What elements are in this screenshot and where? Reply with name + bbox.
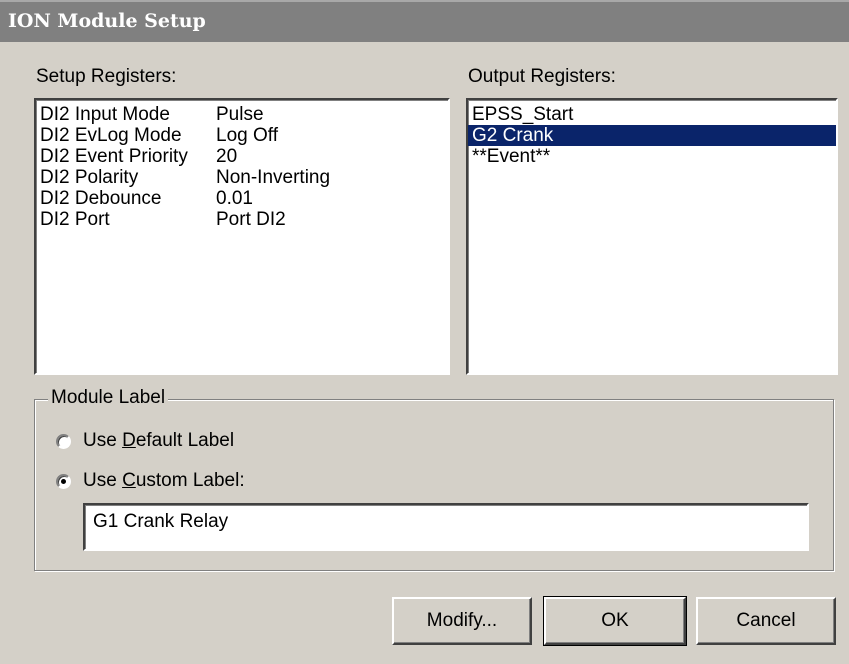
register-value: Pulse: [216, 104, 264, 125]
use-custom-label-text: Use Custom Label:: [83, 470, 245, 491]
register-name: DI2 EvLog Mode: [40, 125, 182, 146]
setup-register-row[interactable]: DI2 Debounce 0.01: [36, 188, 448, 209]
register-value: Port DI2: [216, 209, 286, 230]
setup-register-row[interactable]: DI2 Polarity Non-Inverting: [36, 167, 448, 188]
output-register-item[interactable]: EPSS_Start: [468, 104, 836, 125]
register-name: DI2 Port: [40, 209, 110, 230]
custom-label-input[interactable]: G1 Crank Relay: [83, 503, 809, 551]
title-bar: ION Module Setup: [0, 0, 849, 42]
register-value: 0.01: [216, 188, 253, 209]
window-title: ION Module Setup: [8, 10, 206, 32]
setup-register-row[interactable]: DI2 Port Port DI2: [36, 209, 448, 230]
register-name: DI2 Input Mode: [40, 104, 170, 125]
register-name: DI2 Polarity: [40, 167, 139, 188]
register-name: DI2 Event Priority: [40, 146, 188, 167]
setup-register-row[interactable]: DI2 EvLog Mode Log Off: [36, 125, 448, 146]
radio-checked-icon[interactable]: [56, 473, 71, 489]
use-default-label-radio[interactable]: Use Default Label: [56, 430, 234, 452]
use-default-label-text: Use Default Label: [83, 430, 235, 451]
register-name: DI2 Debounce: [40, 188, 162, 209]
output-register-item-selected[interactable]: G2 Crank: [468, 125, 836, 146]
cancel-button[interactable]: Cancel: [696, 597, 836, 645]
use-custom-label-radio[interactable]: Use Custom Label:: [56, 470, 245, 492]
modify-button[interactable]: Modify...: [392, 597, 532, 645]
output-register-item[interactable]: **Event**: [468, 146, 836, 167]
setup-registers-list[interactable]: DI2 Input Mode Pulse DI2 EvLog Mode Log Of…: [34, 98, 450, 375]
module-label-legend: Module Label: [48, 387, 169, 409]
output-registers-label: Output Registers:: [468, 66, 616, 87]
output-registers-list[interactable]: EPSS_Start G2 Crank **Event**: [466, 98, 838, 375]
register-value: Log Off: [216, 125, 278, 146]
ok-button[interactable]: OK: [543, 596, 687, 646]
register-value: 20: [216, 146, 238, 167]
register-value: Non-Inverting: [216, 167, 331, 188]
setup-register-row[interactable]: DI2 Event Priority 20: [36, 146, 448, 167]
setup-register-row[interactable]: DI2 Input Mode Pulse: [36, 104, 448, 125]
setup-registers-label: Setup Registers:: [36, 66, 177, 87]
radio-unchecked-icon[interactable]: [56, 433, 71, 449]
